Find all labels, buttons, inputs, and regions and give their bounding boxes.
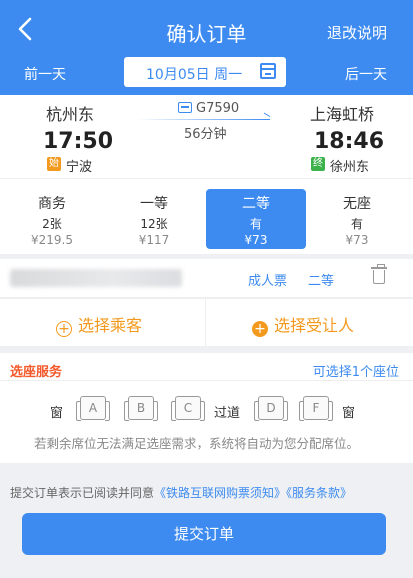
prev-day-button[interactable]: 前一天 — [24, 64, 66, 84]
seat-class-count: 2张 — [42, 217, 62, 231]
choose-beneficiary-button[interactable]: + 选择受让人 — [252, 312, 354, 337]
divider — [205, 299, 206, 347]
terminal-badge: 终 — [311, 157, 325, 171]
seat-class-count: 有 — [350, 217, 363, 231]
ticket-type[interactable]: 成人票 — [248, 270, 287, 289]
choose-actions: + 选择乘客 + 选择受让人 — [0, 298, 413, 347]
seat-option-c[interactable]: C — [171, 396, 205, 421]
seat-class-selector: 商务 2张 ¥219.5 一等 12张 ¥117 二等 有 ¥73 无座 有 ¥… — [0, 178, 413, 254]
seat-option-b[interactable]: B — [124, 396, 158, 421]
delete-icon[interactable] — [371, 264, 387, 284]
train-number-text: G7590 — [196, 101, 240, 116]
seat-class-price: ¥73 — [345, 233, 369, 247]
depart-time: 17:50 — [43, 129, 114, 154]
seat-service: 选座服务 可选择1个座位 窗 A B C 过道 D F 窗 若剩余席位无法满足选… — [0, 353, 413, 463]
seat-class-price: ¥117 — [138, 233, 170, 247]
seat-class-first[interactable]: 一等 12张 ¥117 — [104, 189, 204, 249]
seat-class-count: 12张 — [140, 217, 168, 231]
terminal-city: 徐州东 — [330, 160, 370, 175]
date-text: 10月05日 周一 — [146, 67, 243, 83]
passenger-seat-type[interactable]: 二等 — [308, 270, 334, 289]
date-picker[interactable]: 10月05日 周一 — [124, 57, 286, 87]
seat-class-price: ¥219.5 — [31, 233, 73, 247]
seat-service-note: 若剩余席位无法满足选座需求，系统将自动为您分配席位。 — [34, 436, 360, 451]
agreement-text: 提交订单表示已阅读并同意《铁路互联网购票须知》《服务条款》 — [10, 484, 352, 501]
seat-class-no-seat[interactable]: 无座 有 ¥73 — [307, 189, 407, 249]
aisle-label: 过道 — [214, 406, 241, 421]
train-icon — [178, 102, 192, 113]
add-circle-filled-icon: + — [252, 321, 268, 337]
origin-badge: 始 — [47, 157, 61, 171]
seat-class-name: 一等 — [140, 196, 168, 212]
seat-option-a[interactable]: A — [76, 396, 110, 421]
refund-rules-link[interactable]: 退改说明 — [327, 22, 387, 43]
choose-passenger-button[interactable]: + 选择乘客 — [56, 312, 142, 337]
train-info: 杭州东 G7590 56分钟 上海虹桥 17:50 18:46 始 宁波 终 徐… — [0, 95, 413, 178]
agreement-prefix: 提交订单表示已阅读并同意 — [10, 486, 155, 500]
seat-option-d[interactable]: D — [254, 396, 288, 421]
choose-beneficiary-label: 选择受让人 — [274, 316, 355, 335]
seat-class-name: 二等 — [242, 196, 270, 212]
passenger-row: 成人票 二等 — [0, 259, 413, 297]
divider — [0, 380, 413, 381]
seat-class-price: ¥73 — [244, 233, 268, 247]
seat-class-second[interactable]: 二等 有 ¥73 — [206, 189, 306, 249]
seat-class-name: 无座 — [343, 196, 371, 212]
header: 确认订单 退改说明 前一天 10月05日 周一 后一天 — [0, 0, 413, 95]
window-right-label: 窗 — [342, 406, 356, 421]
seat-class-business[interactable]: 商务 2张 ¥219.5 — [2, 189, 102, 249]
seat-service-limit: 可选择1个座位 — [312, 365, 399, 380]
train-number: G7590 — [178, 101, 239, 116]
calendar-icon — [260, 63, 276, 79]
submit-order-button[interactable]: 提交订单 — [22, 513, 386, 555]
terms-link[interactable]: 《服务条款》 — [286, 486, 352, 500]
route-arrow — [138, 119, 270, 120]
next-day-button[interactable]: 后一天 — [345, 64, 387, 84]
purchase-notice-link[interactable]: 《铁路互联网购票须知》 — [154, 486, 286, 500]
from-station: 杭州东 — [46, 105, 95, 124]
origin-city: 宁波 — [66, 160, 93, 175]
seat-class-count: 有 — [249, 217, 262, 231]
choose-passenger-label: 选择乘客 — [78, 316, 143, 335]
window-left-label: 窗 — [50, 406, 64, 421]
seat-option-f[interactable]: F — [299, 396, 333, 421]
to-station: 上海虹桥 — [310, 105, 375, 124]
seat-class-name: 商务 — [38, 196, 66, 212]
arrive-time: 18:46 — [314, 129, 385, 154]
passenger-name-blurred — [10, 269, 182, 287]
duration: 56分钟 — [184, 127, 227, 142]
add-circle-outline-icon: + — [56, 321, 72, 337]
seat-service-title: 选座服务 — [10, 365, 63, 380]
